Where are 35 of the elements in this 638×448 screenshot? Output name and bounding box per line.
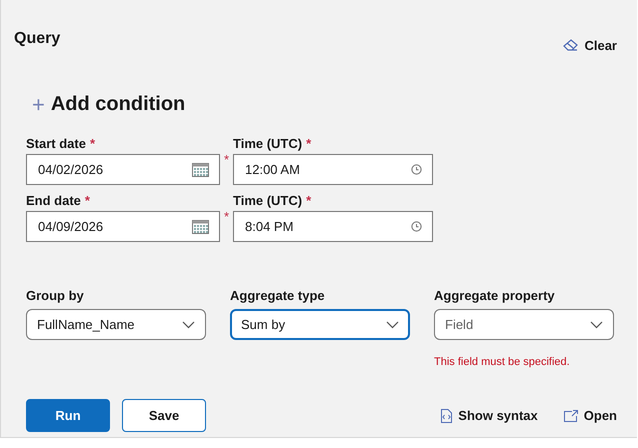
- clock-icon: [411, 164, 422, 175]
- field-label: End date *: [26, 193, 91, 208]
- required-mark: *: [222, 209, 230, 224]
- plus-icon: +: [32, 94, 45, 116]
- error-message: This field must be specified.: [434, 356, 571, 368]
- save-button[interactable]: Save: [122, 399, 206, 432]
- time-field[interactable]: 12:00 AM: [233, 154, 433, 185]
- dropdown[interactable]: Field: [434, 309, 614, 340]
- chevron-down-icon: [386, 320, 399, 328]
- open-external-icon: [564, 410, 578, 422]
- field-label: Time (UTC) *: [233, 193, 312, 208]
- calendar-icon: [192, 219, 209, 234]
- field-label: Aggregate type: [230, 288, 326, 303]
- add-condition-button[interactable]: + Add condition: [32, 93, 186, 116]
- dropdown[interactable]: Sum by: [230, 309, 410, 340]
- run-button[interactable]: Run: [26, 399, 110, 432]
- chevron-down-icon: [590, 320, 603, 328]
- section-title: Query: [14, 30, 60, 48]
- open-button[interactable]: Open: [564, 408, 617, 423]
- time-field[interactable]: 8:04 PM: [233, 211, 433, 242]
- clock-icon: [411, 221, 422, 232]
- field-label: Group by: [26, 288, 85, 303]
- field-label: Time (UTC) *: [233, 136, 312, 151]
- field-label: Start date *: [26, 136, 96, 151]
- date-field[interactable]: 04/09/2026: [26, 211, 220, 242]
- field-label: Aggregate property: [434, 288, 556, 303]
- date-field[interactable]: 04/02/2026: [26, 154, 220, 185]
- chevron-down-icon: [182, 320, 195, 328]
- code-file-icon: [441, 408, 452, 422]
- calendar-icon: [192, 162, 209, 177]
- dropdown[interactable]: FullName_Name: [26, 309, 206, 340]
- show-syntax-button[interactable]: Show syntax: [441, 408, 538, 423]
- eraser-icon: [563, 39, 578, 52]
- clear-button[interactable]: Clear: [563, 38, 617, 53]
- required-mark: *: [222, 152, 230, 167]
